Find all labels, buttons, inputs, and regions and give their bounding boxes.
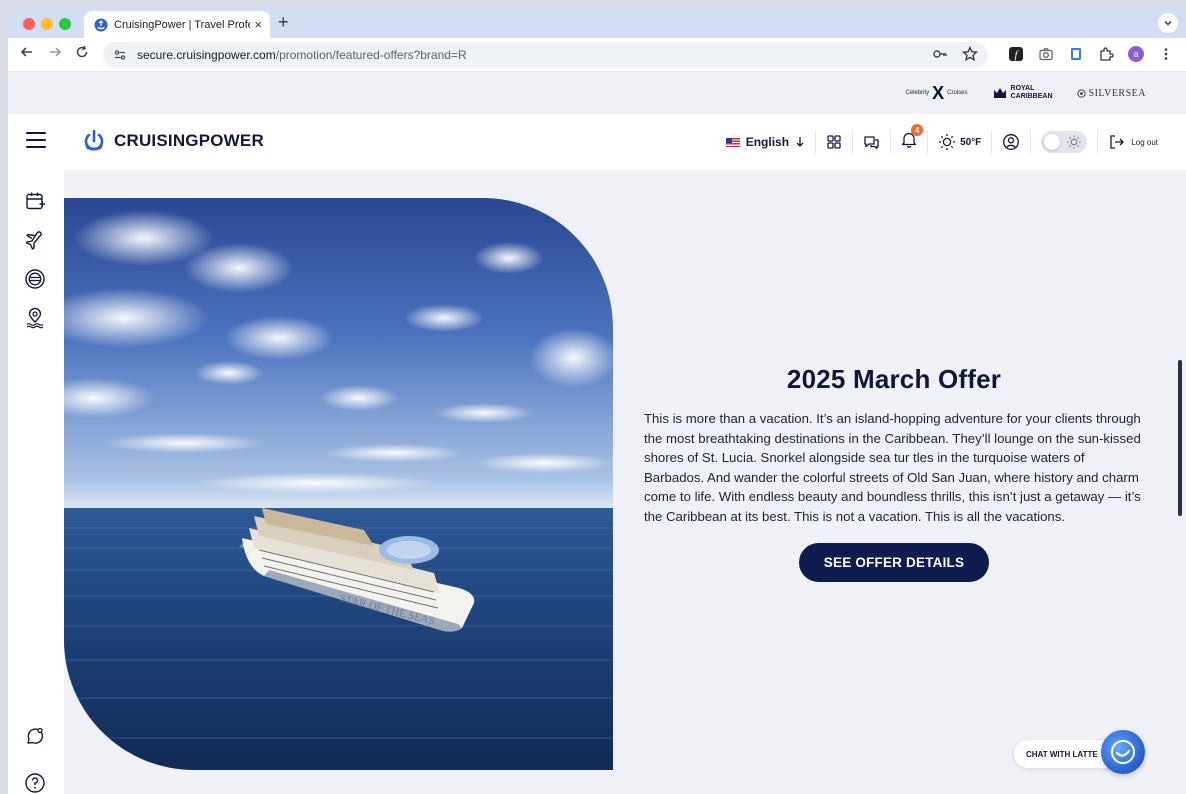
site-header: CRUISINGPOWER English 4 50°F Log out	[8, 114, 1186, 170]
language-label: English	[745, 135, 790, 149]
sun-icon	[939, 134, 956, 150]
help-question-icon[interactable]	[24, 772, 46, 794]
forward-arrow-icon[interactable]	[48, 45, 62, 65]
silversea-emblem-icon	[1076, 88, 1086, 98]
minimize-window-button[interactable]	[41, 18, 53, 30]
new-tab-button[interactable]: +	[278, 12, 289, 32]
theme-toggle-switch[interactable]	[1041, 131, 1088, 153]
cruisingpower-favicon-icon	[94, 18, 108, 32]
logout-label: Log out	[1131, 137, 1158, 147]
feedback-chat-icon[interactable]	[24, 726, 46, 748]
offer-text-block: 2025 March Offer This is more than a vac…	[644, 364, 1144, 582]
site-info-icon[interactable]	[113, 48, 127, 62]
password-key-icon[interactable]	[932, 46, 948, 62]
reload-icon[interactable]	[75, 45, 89, 65]
cruisingpower-emblem-icon	[84, 129, 104, 151]
messages-button[interactable]	[853, 130, 892, 154]
web-page: Celebrity X Cruises ROYAL CARIBBEAN SILVE…	[8, 72, 1186, 794]
url-host: secure.cruisingpower.com	[137, 48, 276, 62]
brand-royal-caribbean[interactable]: ROYAL CARIBBEAN	[992, 85, 1053, 101]
bookmark-star-icon[interactable]	[962, 46, 978, 62]
weather-widget[interactable]: 50°F	[928, 130, 993, 154]
see-offer-details-button[interactable]: SEE OFFER DETAILS	[798, 542, 990, 582]
theme-toggle-wrapper	[1031, 130, 1099, 154]
clipboard-extension-icon[interactable]	[1068, 46, 1084, 62]
brand-silversea[interactable]: SILVERSEA	[1076, 87, 1146, 99]
extensions-puzzle-icon[interactable]	[1098, 46, 1114, 62]
camera-extension-icon[interactable]	[1038, 46, 1054, 62]
browser-menu-kebab-icon[interactable]	[1158, 46, 1174, 62]
calendar-add-icon[interactable]	[24, 190, 46, 212]
logout-button[interactable]: Log out	[1098, 130, 1168, 154]
maximize-window-button[interactable]	[59, 18, 71, 30]
notifications-button[interactable]: 4	[891, 124, 929, 154]
royal-caribbean-line-1: ROYAL	[1010, 85, 1035, 92]
apps-grid-button[interactable]	[816, 130, 854, 154]
browser-tab-active[interactable]: CruisingPower | Travel Profes ×	[84, 11, 270, 38]
notification-count-badge: 4	[911, 124, 924, 136]
logout-icon	[1110, 135, 1125, 149]
language-selector[interactable]: English	[716, 130, 817, 154]
silversea-wordmark: SILVERSEA	[1088, 87, 1146, 99]
toggle-knob	[1044, 134, 1061, 150]
url-path: /promotion/featured-offers?brand=R	[275, 48, 467, 62]
page-scrollbar-thumb[interactable]	[1178, 360, 1182, 516]
browser-toolbar: secure.cruisingpower.com/promotion/featu…	[8, 38, 1186, 72]
account-button[interactable]	[992, 130, 1032, 154]
tab-close-icon[interactable]: ×	[254, 17, 262, 32]
arrow-down-icon	[796, 137, 804, 147]
offer-title: 2025 March Offer	[786, 364, 1002, 394]
tab-search-chevron-icon[interactable]	[1158, 13, 1178, 33]
temperature-label: 50°F	[960, 136, 982, 148]
browser-tab-strip: CruisingPower | Travel Profes × +	[8, 8, 1186, 38]
apps-grid-icon	[827, 135, 841, 149]
light-mode-sun-icon	[1067, 135, 1081, 149]
brand-switcher-bar: Celebrity X Cruises ROYAL CARIBBEAN SILVE…	[8, 72, 1186, 114]
celebrity-label: Celebrity	[905, 90, 930, 96]
royal-caribbean-wordmark: ROYAL CARIBBEAN	[1011, 85, 1053, 101]
left-sidebar	[8, 170, 64, 794]
logo-wordmark: CRUISINGPOWER	[114, 131, 264, 150]
location-pin-icon[interactable]	[24, 307, 46, 329]
back-arrow-icon[interactable]	[20, 45, 34, 65]
profile-avatar[interactable]: a	[1128, 46, 1144, 62]
brand-celebrity-cruises[interactable]: Celebrity X Cruises	[905, 84, 967, 102]
tab-title: CruisingPower | Travel Profes	[114, 18, 251, 31]
url-text: secure.cruisingpower.com/promotion/featu…	[137, 48, 467, 62]
hamburger-menu-icon[interactable]	[26, 132, 46, 148]
cruisingpower-logo[interactable]: CRUISINGPOWER	[82, 128, 264, 154]
user-profile-icon	[1003, 134, 1020, 150]
us-flag-icon	[725, 137, 740, 147]
airplane-icon[interactable]	[24, 229, 46, 251]
celebrity-x-circle-icon[interactable]	[24, 268, 46, 290]
font-extension-icon[interactable]: f	[1008, 46, 1024, 62]
address-bar[interactable]: secure.cruisingpower.com/promotion/featu…	[103, 42, 988, 68]
celebrity-x-logo: X	[932, 83, 945, 103]
featured-offer-hero: STAR OF THE SEAS 2025 March Offer This i…	[64, 170, 1186, 794]
cruise-ship-photo: STAR OF THE SEAS	[64, 198, 613, 770]
royal-caribbean-crown-icon	[993, 88, 1006, 98]
cruises-label: Cruises	[947, 90, 968, 96]
offer-description: This is more than a vacation. It’s an is…	[644, 411, 1141, 524]
royal-caribbean-line-2: CARIBBEAN	[1010, 93, 1053, 100]
chat-bubbles-icon	[864, 136, 879, 150]
close-window-button[interactable]	[23, 18, 35, 30]
latte-chat-avatar-icon[interactable]	[1101, 730, 1145, 774]
chat-with-latte-label: CHAT WITH LATTE	[1026, 749, 1098, 759]
